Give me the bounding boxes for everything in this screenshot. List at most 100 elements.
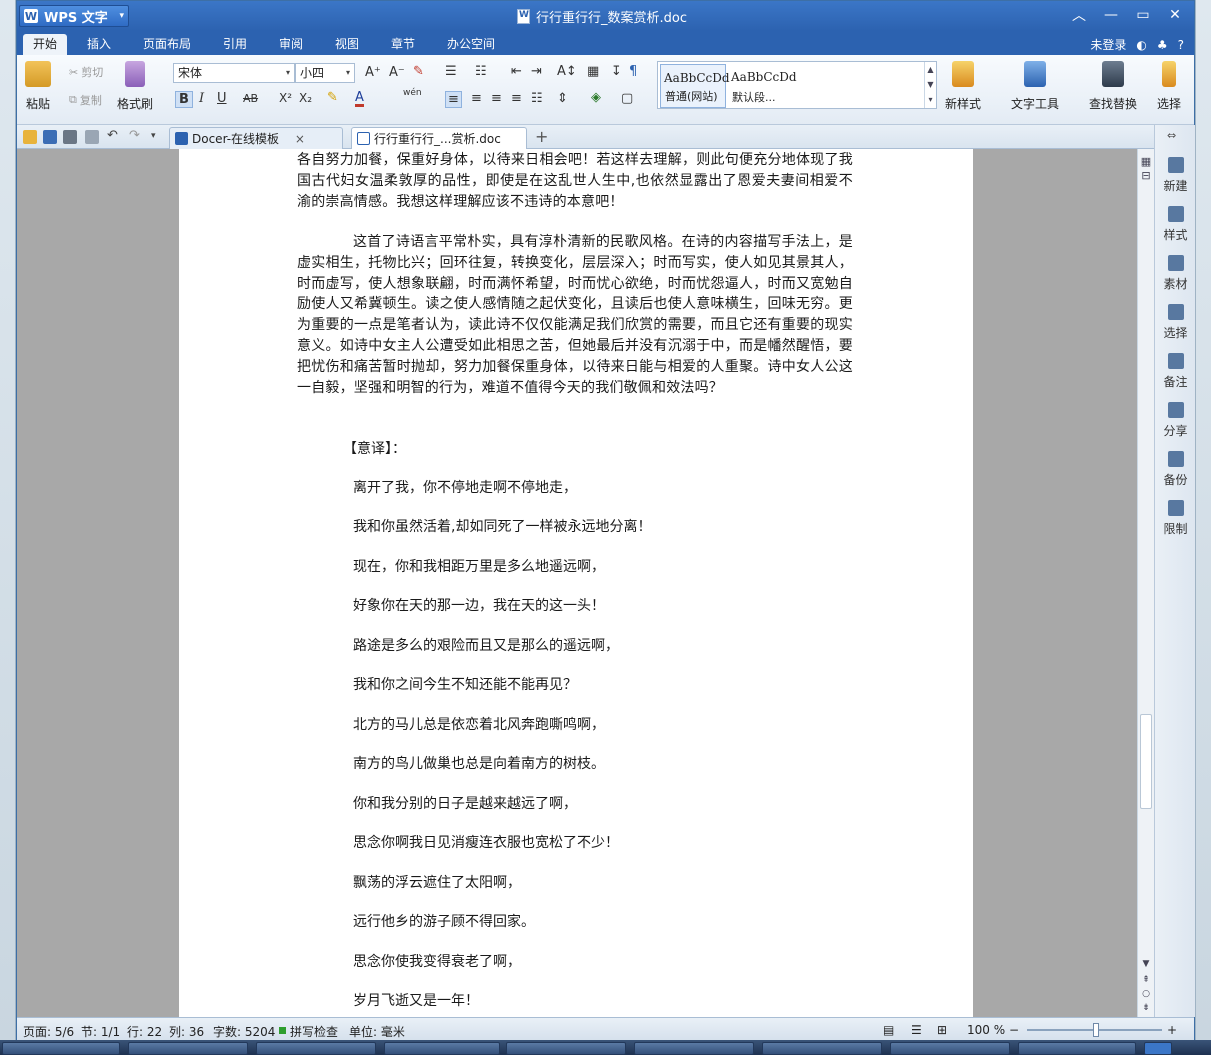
browse-object-icon[interactable]: ○ xyxy=(1138,989,1154,999)
taskbar-item[interactable] xyxy=(384,1042,500,1055)
font-name-select[interactable]: 宋体 ▾ xyxy=(173,63,295,83)
status-page[interactable]: 页面: 5/6 xyxy=(23,1023,74,1040)
vertical-scrollbar[interactable]: ▦ ⊟ ▼ ⇞ ○ ⇟ xyxy=(1137,149,1154,1017)
tab-office-space[interactable]: 办公空间 xyxy=(437,34,505,55)
close-button[interactable]: ✕ xyxy=(1160,5,1190,25)
sidebar-item-restrict[interactable]: 限制 xyxy=(1155,500,1196,537)
bullet-list-icon[interactable]: ☰ xyxy=(445,64,457,79)
show-marks-icon[interactable]: ¶ xyxy=(629,64,637,79)
pane-toggle-icon[interactable]: ⇔ xyxy=(1167,129,1176,142)
tab-page-layout[interactable]: 页面布局 xyxy=(133,34,201,55)
translation-line[interactable]: 北方的马儿总是依恋着北风奔跑嘶鸣啊， xyxy=(353,714,605,734)
app-menu-button[interactable]: W WPS 文字 ▾ xyxy=(19,5,129,27)
align-right-icon[interactable]: ≡ xyxy=(491,91,502,106)
align-center-icon[interactable]: ≡ xyxy=(471,91,482,106)
style-normal-web[interactable]: AaBbCcDd 普通(网站) xyxy=(660,64,730,108)
select-button[interactable]: 选择 xyxy=(1157,61,1181,112)
status-unit[interactable]: 单位: 毫米 xyxy=(349,1023,405,1040)
taskbar-item[interactable] xyxy=(506,1042,626,1055)
text-direction-icon[interactable]: A↕ xyxy=(557,64,577,79)
pinyin-guide-button[interactable]: wén xyxy=(403,88,422,98)
translation-line[interactable]: 岁月飞逝又是一年！ xyxy=(353,990,479,1010)
close-tab-icon[interactable]: × xyxy=(295,132,305,146)
sidebar-item-share[interactable]: 分享 xyxy=(1155,402,1196,439)
paragraph[interactable]: 各自努力加餐，保重好身体，以待来日相会吧！若这样去理解，则此句便充分地体现了我国… xyxy=(297,150,853,212)
tab-chapter[interactable]: 章节 xyxy=(381,34,425,55)
zoom-out-button[interactable]: − xyxy=(1009,1023,1019,1037)
translation-line[interactable]: 远行他乡的游子顾不得回家。 xyxy=(353,911,535,931)
help-button[interactable]: ? xyxy=(1178,38,1184,52)
translation-line[interactable]: 我和你虽然活着,却如同死了一样被永远地分离！ xyxy=(353,516,651,536)
web-view-icon[interactable]: ⊞ xyxy=(937,1023,947,1037)
spell-check-toggle[interactable]: 拼写检查 xyxy=(290,1023,338,1040)
paragraph[interactable]: 这首了诗语言平常朴实，具有淳朴清新的民歌风格。在诗的内容描写手法上，是虚实相生，… xyxy=(297,232,853,398)
prev-page-icon[interactable]: ⇞ xyxy=(1138,975,1154,985)
taskbar-item[interactable] xyxy=(128,1042,248,1055)
style-default-paragraph[interactable]: AaBbCcDd 默认段... xyxy=(728,64,797,108)
taskbar-item[interactable] xyxy=(762,1042,882,1055)
taskbar-item[interactable] xyxy=(2,1042,120,1055)
translation-line[interactable]: 现在，你和我相距万里是多么地遥远啊， xyxy=(353,556,605,576)
outline-view-icon[interactable]: ☰ xyxy=(911,1023,922,1037)
new-tab-button[interactable]: + xyxy=(535,127,548,146)
translation-line[interactable]: 好象你在天的那一边，我在天的这一头！ xyxy=(353,595,605,615)
find-replace-button[interactable]: 查找替换 xyxy=(1089,61,1137,112)
shrink-font-icon[interactable]: A⁻ xyxy=(389,65,405,80)
justify-icon[interactable]: ≡ xyxy=(511,91,522,106)
login-link[interactable]: 未登录 xyxy=(1090,36,1126,53)
translation-line[interactable]: 飘荡的浮云遮住了太阳啊， xyxy=(353,872,521,892)
underline-button[interactable]: U xyxy=(217,91,227,106)
sidebar-item-new[interactable]: 新建 xyxy=(1155,157,1196,194)
doc-tab-current[interactable]: 行行重行行_...赏析.doc × xyxy=(351,127,527,168)
italic-button[interactable]: I xyxy=(199,91,204,106)
numbered-list-icon[interactable]: ☷ xyxy=(475,64,487,79)
customize-qat-icon[interactable]: ▾ xyxy=(151,131,165,145)
shirt-icon[interactable]: ♣ xyxy=(1157,38,1168,52)
cut-button[interactable]: ✂ 剪切 xyxy=(69,64,103,80)
distributed-icon[interactable]: ☷ xyxy=(531,91,543,106)
next-page-icon[interactable]: ⇟ xyxy=(1138,1003,1154,1013)
decrease-indent-icon[interactable]: ⇤ xyxy=(511,64,522,79)
taskbar-item[interactable] xyxy=(256,1042,376,1055)
sidebar-item-styles[interactable]: 样式 xyxy=(1155,206,1196,243)
tab-home[interactable]: 开始 xyxy=(23,34,68,55)
translation-line[interactable]: 思念你使我变得衰老了啊， xyxy=(353,951,521,971)
ruler-toggle-icon[interactable]: ▦ xyxy=(1138,155,1154,168)
superscript-button[interactable]: X² xyxy=(279,91,292,105)
zoom-in-button[interactable]: + xyxy=(1167,1023,1177,1037)
line-spacing-icon[interactable]: ⇕ xyxy=(557,91,568,106)
tab-references[interactable]: 引用 xyxy=(213,34,257,55)
skin-icon[interactable]: ◐ xyxy=(1136,38,1146,52)
text-tools-button[interactable]: 文字工具 xyxy=(1011,61,1059,112)
sidebar-item-backup[interactable]: 备份 xyxy=(1155,451,1196,488)
table-icon[interactable]: ▦ xyxy=(587,64,599,79)
taskbar-item[interactable] xyxy=(634,1042,754,1055)
increase-indent-icon[interactable]: ⇥ xyxy=(531,64,542,79)
tab-review[interactable]: 审阅 xyxy=(269,34,313,55)
open-folder-icon[interactable] xyxy=(23,130,37,144)
taskbar-item[interactable] xyxy=(1018,1042,1136,1055)
font-size-select[interactable]: 小四 ▾ xyxy=(295,63,355,83)
document-page[interactable]: 各自努力加餐，保重好身体，以待来日相会吧！若这样去理解，则此句便充分地体现了我国… xyxy=(179,149,973,1017)
collapse-ribbon-icon[interactable]: ︿ xyxy=(1064,5,1094,25)
sidebar-item-select[interactable]: 选择 xyxy=(1155,304,1196,341)
translation-line[interactable]: 思念你啊我日见消瘦连衣服也宽松了不少！ xyxy=(353,832,619,852)
bold-button[interactable]: B xyxy=(175,91,193,108)
maximize-button[interactable]: ▭ xyxy=(1128,5,1158,25)
translation-line[interactable]: 南方的鸟儿做巢也总是向着南方的树枝。 xyxy=(353,753,605,773)
redo-icon[interactable]: ↷ xyxy=(129,128,143,143)
format-painter-button[interactable]: 格式刷 xyxy=(117,61,153,112)
sidebar-item-materials[interactable]: 素材 xyxy=(1155,255,1196,292)
copy-button[interactable]: ⧉ 复制 xyxy=(69,92,102,108)
subscript-button[interactable]: X₂ xyxy=(299,91,312,105)
zoom-slider-handle[interactable] xyxy=(1093,1023,1099,1037)
doc-tab-docer[interactable]: Docer-在线模板 × xyxy=(169,127,343,149)
new-style-button[interactable]: 新样式 xyxy=(945,61,981,112)
highlight-icon[interactable]: ✎ xyxy=(327,90,338,105)
grow-font-icon[interactable]: A⁺ xyxy=(365,65,381,80)
translation-line[interactable]: 离开了我，你不停地走啊不停地走， xyxy=(353,477,577,497)
shading-icon[interactable]: ◈ xyxy=(591,90,601,105)
taskbar-item[interactable] xyxy=(890,1042,1010,1055)
save-icon[interactable] xyxy=(43,130,57,144)
strikethrough-button[interactable]: AB xyxy=(243,92,258,105)
